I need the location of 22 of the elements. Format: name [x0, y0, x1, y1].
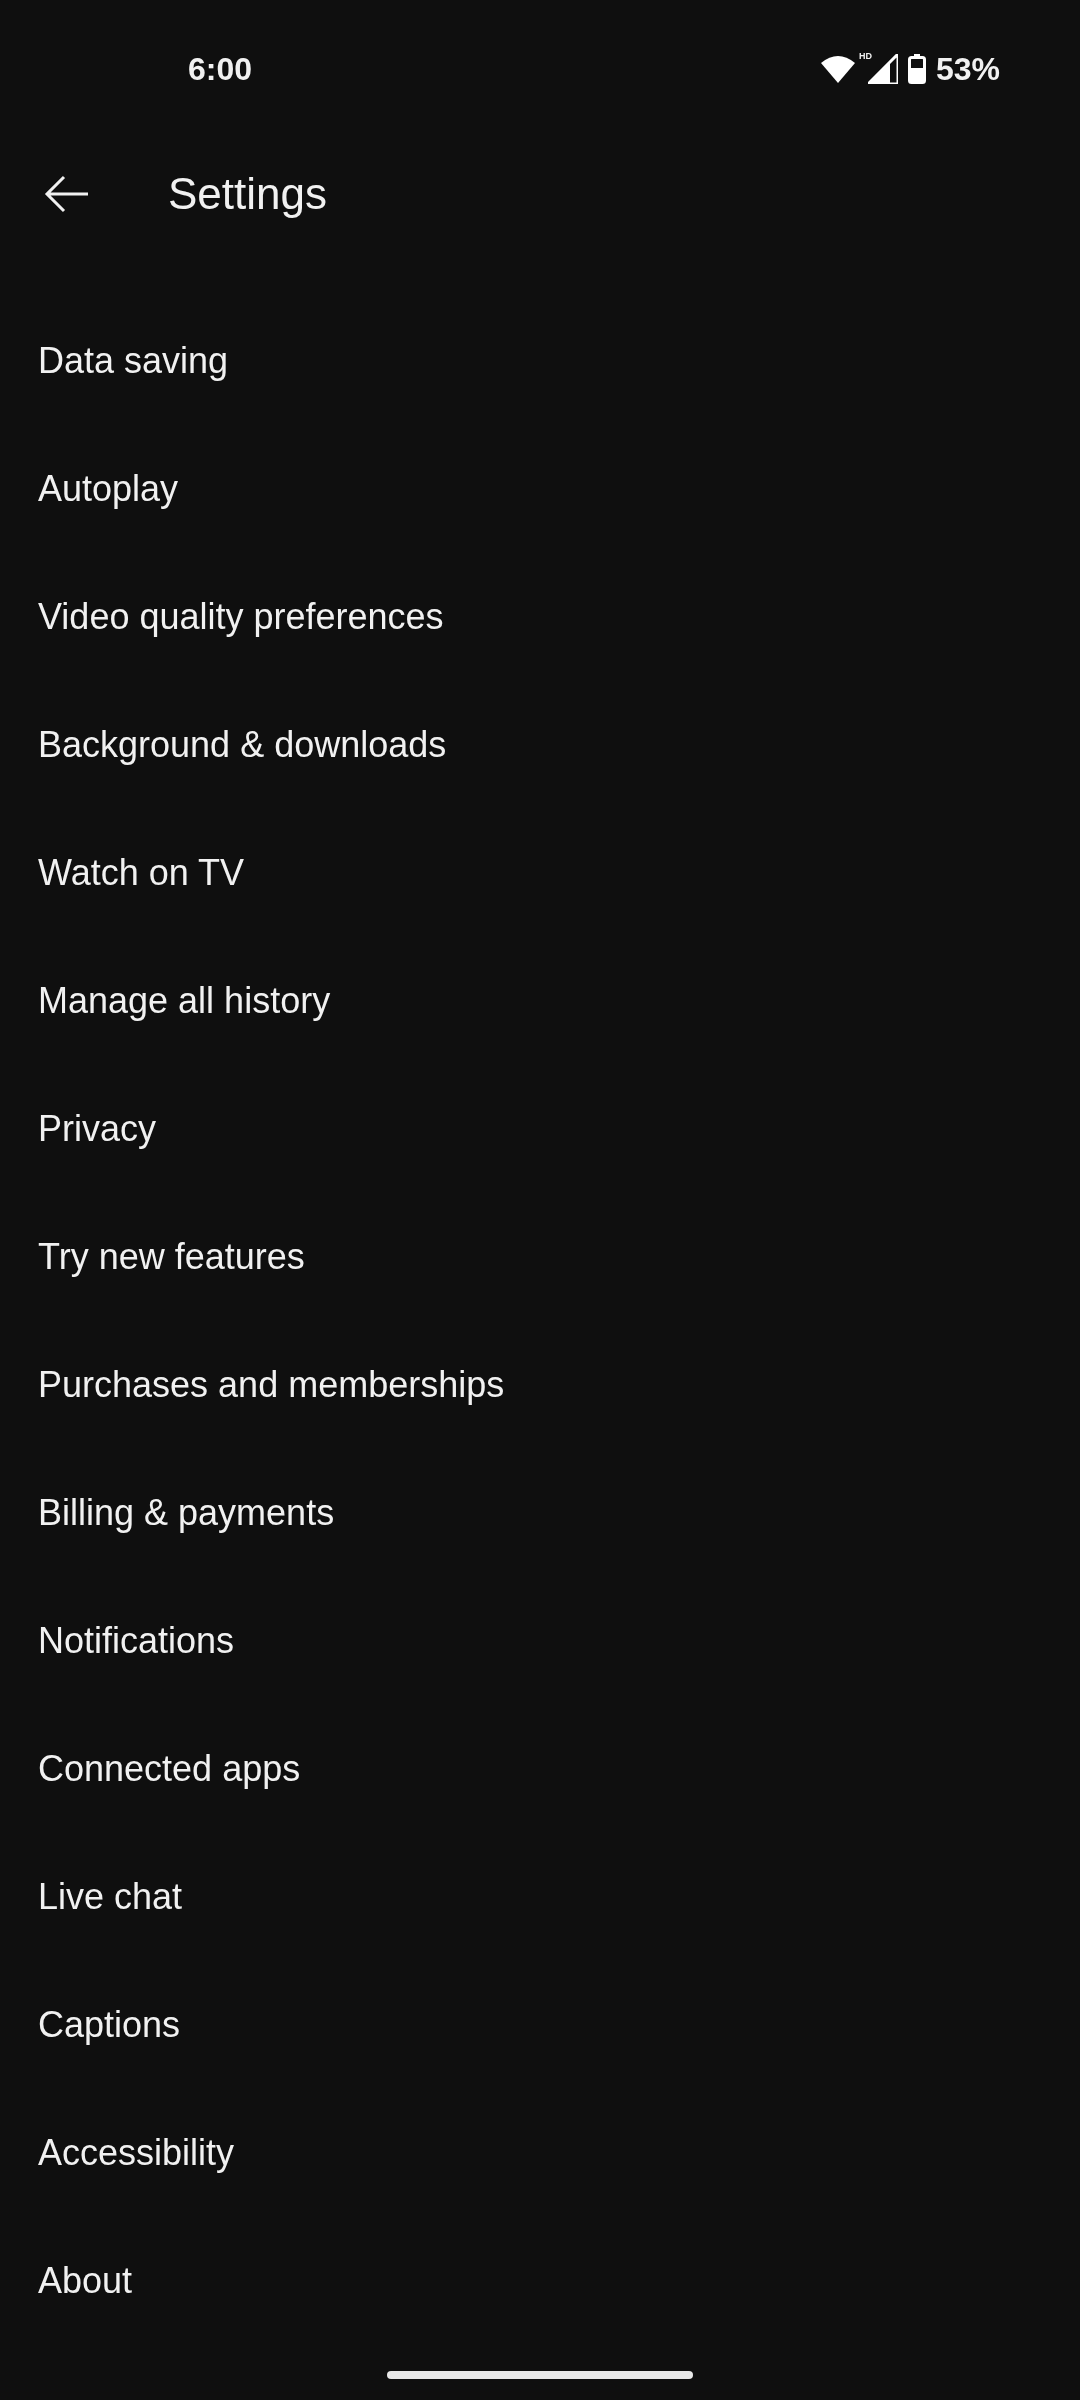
- settings-item[interactable]: Captions: [0, 1961, 1080, 2089]
- battery-percentage: 53%: [935, 50, 1000, 88]
- settings-item[interactable]: Privacy: [0, 1065, 1080, 1193]
- settings-item[interactable]: Accessibility: [0, 2089, 1080, 2217]
- settings-item[interactable]: Manage all history: [0, 937, 1080, 1065]
- battery-icon: [907, 54, 926, 84]
- settings-item[interactable]: Autoplay: [0, 425, 1080, 553]
- settings-item[interactable]: Billing & payments: [0, 1449, 1080, 1577]
- settings-item[interactable]: Notifications: [0, 1577, 1080, 1705]
- settings-item[interactable]: Data saving: [0, 297, 1080, 425]
- settings-item[interactable]: Try new features: [0, 1193, 1080, 1321]
- settings-item[interactable]: Background & downloads: [0, 681, 1080, 809]
- status-time: 6:00: [188, 50, 253, 88]
- settings-item[interactable]: Purchases and memberships: [0, 1321, 1080, 1449]
- settings-item[interactable]: About: [0, 2217, 1080, 2345]
- page-title: Settings: [168, 169, 327, 219]
- settings-item[interactable]: Video quality preferences: [0, 553, 1080, 681]
- settings-item[interactable]: Live chat: [0, 1833, 1080, 1961]
- network-type-label: HD: [858, 50, 872, 61]
- wifi-icon: [820, 55, 855, 83]
- settings-item[interactable]: Connected apps: [0, 1705, 1080, 1833]
- settings-item[interactable]: Watch on TV: [0, 809, 1080, 937]
